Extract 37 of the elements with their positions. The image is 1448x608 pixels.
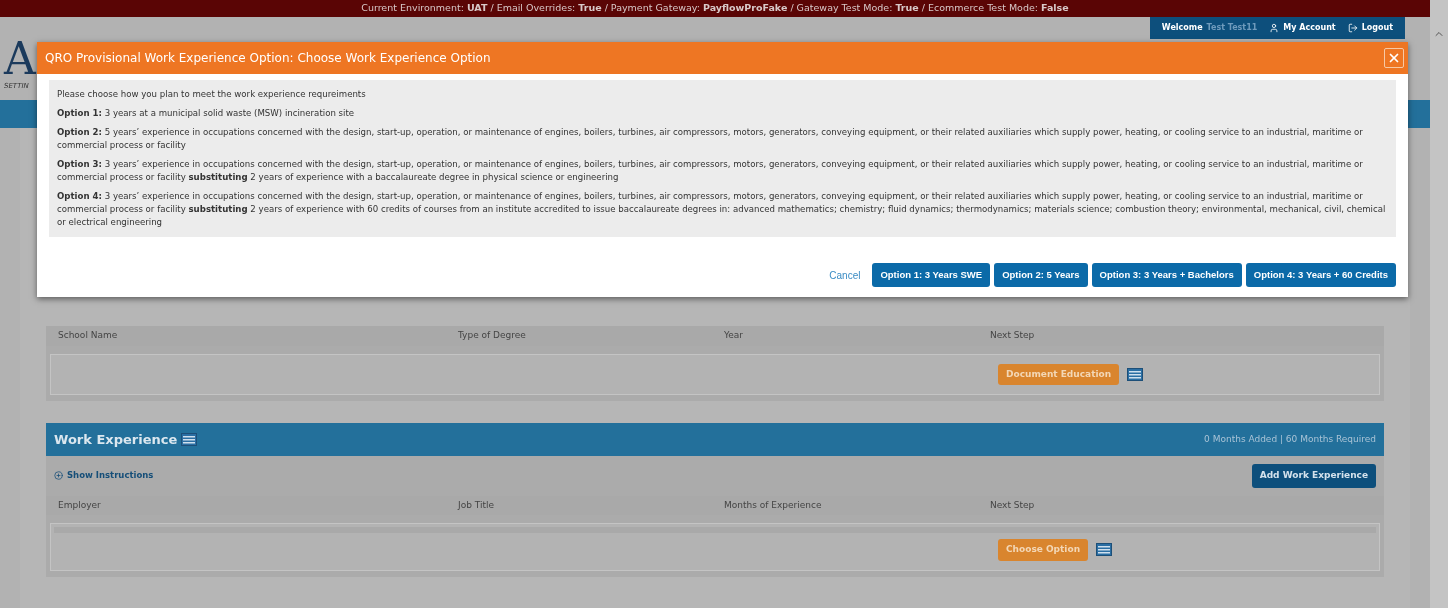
column-header: Months of Experience bbox=[724, 498, 823, 512]
close-icon bbox=[1387, 51, 1401, 65]
dialog-title: QRO Provisional Work Experience Option: Choose Work Experience Option bbox=[45, 50, 491, 67]
user-name: Test Test11 bbox=[1206, 22, 1258, 34]
column-header: Next Step bbox=[990, 498, 1036, 512]
option-description: Option 3: 3 years’ experience in occupations concerned with the design, start-up, operation, or maintenance of engines, boilers, turbines, air compressors, motors, generators, conveying equipment, or their related auxiliaries which supply power, heating, or cooling service to an industrial, maritime or commercial process or facility substituting 2 years of experience with a baccalaureate degree in physical science or engineering bbox=[57, 158, 1364, 184]
option-button[interactable]: Option 2: 5 Years bbox=[994, 263, 1088, 288]
option-button[interactable]: Option 4: 3 Years + 60 Credits bbox=[1245, 263, 1396, 288]
table-icon[interactable] bbox=[1096, 543, 1113, 557]
close-button[interactable] bbox=[1384, 48, 1404, 68]
table-icon[interactable] bbox=[1127, 367, 1144, 381]
table-icon[interactable] bbox=[181, 433, 198, 446]
logout-link[interactable]: Logout bbox=[1347, 22, 1393, 34]
option-button[interactable]: Option 3: 3 Years + Bachelors bbox=[1091, 263, 1242, 288]
option-button[interactable]: Option 1: 3 Years SWE bbox=[872, 263, 991, 288]
column-header: Job Title bbox=[458, 498, 496, 512]
section-title: Work Experience bbox=[54, 430, 178, 449]
add-work-experience-button[interactable]: Add Work Experience bbox=[1251, 464, 1376, 488]
column-header: Next Step bbox=[990, 329, 1036, 342]
logo: A bbox=[4, 37, 36, 81]
option-description: Option 2: 5 years’ experience in occupations concerned with the design, start-up, operation, or maintenance of engines, boilers, turbines, air compressors, motors, generators, conveying equipment, or their related auxiliaries which supply power, heating, or cooling service to an industrial, maritime or commercial process or facility bbox=[57, 126, 1364, 152]
cancel-link[interactable]: Cancel bbox=[829, 267, 861, 283]
welcome-label: Welcome bbox=[1161, 22, 1203, 34]
column-header: School Name bbox=[58, 329, 119, 342]
months-summary: 0 Months Added | 60 Months Required bbox=[1204, 432, 1376, 446]
show-instructions-link[interactable]: Show Instructions bbox=[54, 469, 154, 483]
option-description: Option 1: 3 years at a municipal solid waste (MSW) incineration site bbox=[57, 107, 356, 120]
column-header: Employer bbox=[58, 498, 102, 512]
dialog-intro: Please choose how you plan to meet the work experience requreiments bbox=[57, 88, 367, 101]
plus-icon bbox=[54, 471, 63, 481]
environment-info: Current Environment: UAT / Email Overrides: True / Payment Gateway: PayflowProFake / Gateway Test Mode: True / Ecommerce Test Mode: False bbox=[361, 1, 1069, 16]
logout-icon bbox=[1347, 23, 1358, 33]
column-header: Year bbox=[724, 329, 745, 342]
option-description: Option 4: 3 years’ experience in occupations concerned with the design, start-up, operation, or maintenance of engines, boilers, turbines, air compressors, motors, generators, conveying equipment, or their related auxiliaries which supply power, heating, or cooling service to an industrial, maritime or commercial process or facility substituting 2 years of experience with 60 credits of courses from an institute accredited to issue baccalaureate degrees in: advanced mathematics; chemistry; fluid dynamics; thermodynamics; materials science; combustion theory; environmental, mechanical, civil, chemical or electrical engineering bbox=[57, 190, 1387, 229]
column-header: Type of Degree bbox=[458, 329, 527, 342]
user-icon bbox=[1269, 23, 1280, 33]
my-account-link[interactable]: My Account bbox=[1269, 22, 1336, 34]
